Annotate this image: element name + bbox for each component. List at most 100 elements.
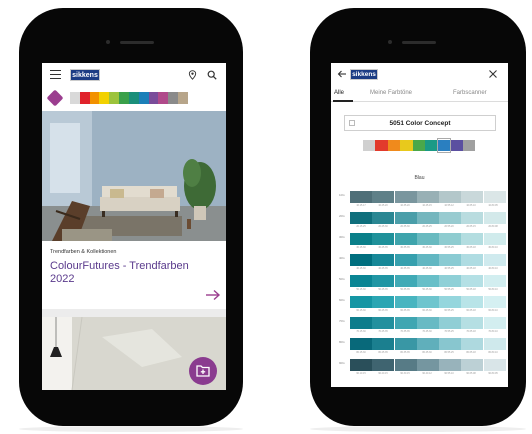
color-chip[interactable] [394,317,417,329]
search-icon[interactable] [207,70,217,80]
color-chip[interactable] [350,233,372,245]
color-chip[interactable] [439,317,462,329]
color-chip[interactable] [372,359,395,371]
sikkens-logo[interactable]: sikkens [350,69,378,80]
tab-farbscanner[interactable]: Farbscanner [453,90,487,96]
close-icon[interactable] [488,69,498,79]
arrow-right-icon[interactable] [204,288,222,302]
color-swatch[interactable] [412,140,426,151]
color-chip[interactable] [372,296,395,308]
color-chip[interactable] [483,233,506,245]
color-chip[interactable] [439,191,462,203]
color-chip[interactable] [350,275,372,287]
color-chip[interactable] [439,212,462,224]
color-chip[interactable] [394,191,417,203]
color-swatch[interactable] [148,92,159,104]
color-chip[interactable] [350,338,372,350]
color-chip[interactable] [350,254,372,266]
color-swatch[interactable] [109,92,120,104]
color-chip[interactable] [416,296,439,308]
color-swatch[interactable] [128,92,139,104]
color-chip[interactable] [394,275,417,287]
color-chip[interactable] [350,296,372,308]
color-chip[interactable] [483,317,506,329]
color-chip[interactable] [439,275,462,287]
color-chip[interactable] [483,359,506,371]
living-room-photo[interactable] [42,111,226,241]
color-chip[interactable] [372,254,395,266]
color-swatch[interactable] [168,92,179,104]
color-chip[interactable] [439,233,462,245]
color-swatch[interactable] [400,140,413,151]
color-chip[interactable] [394,212,417,224]
color-concept-selector[interactable]: 5051 Color Concept [344,115,496,131]
location-pin-icon[interactable] [188,70,197,80]
color-chip[interactable] [372,338,395,350]
color-chip[interactable] [439,338,462,350]
home-screen: sikkens Trendfarben & Kollektionen Colou… [42,63,226,390]
color-chip[interactable] [461,275,484,287]
color-chip[interactable] [350,212,372,224]
color-chip[interactable] [372,275,395,287]
color-chip[interactable] [416,338,439,350]
card-title[interactable]: ColourFutures - Trendfarben 2022 [50,260,190,286]
color-chip[interactable] [416,317,439,329]
color-swatch[interactable] [363,140,376,151]
color-family-strip[interactable] [363,140,475,151]
folder-add-button[interactable] [189,357,217,385]
color-chip[interactable] [416,359,439,371]
color-chip[interactable] [350,359,372,371]
color-swatch[interactable] [138,92,149,104]
color-chip[interactable] [461,233,484,245]
color-chip[interactable] [372,317,395,329]
color-swatch[interactable] [70,92,80,104]
color-chip[interactable] [394,233,417,245]
color-chip[interactable] [416,212,439,224]
back-arrow-icon[interactable] [337,69,347,79]
color-swatch[interactable] [119,92,129,104]
color-chip[interactable] [439,254,462,266]
color-chip[interactable] [461,254,484,266]
color-chip[interactable] [394,359,417,371]
color-chip[interactable] [483,338,506,350]
color-chip[interactable] [416,191,439,203]
color-chip[interactable] [394,254,417,266]
color-chip[interactable] [350,191,372,203]
color-chip[interactable] [416,275,439,287]
color-swatch[interactable] [375,140,388,151]
color-chip[interactable] [439,296,462,308]
color-swatch[interactable] [158,92,169,104]
color-chip[interactable] [350,317,372,329]
sikkens-logo[interactable]: sikkens [70,69,100,81]
color-swatch[interactable] [462,140,475,151]
color-chip[interactable] [483,254,506,266]
color-swatch[interactable] [89,92,100,104]
color-chip[interactable] [483,275,506,287]
color-chip[interactable] [461,338,484,350]
color-chip[interactable] [483,191,506,203]
color-swatch[interactable] [450,140,463,151]
tab-alle[interactable]: Alle [334,90,344,96]
color-chip[interactable] [372,233,395,245]
color-chip[interactable] [461,296,484,308]
color-swatch[interactable] [99,92,110,104]
color-chip[interactable] [416,233,439,245]
color-chip[interactable] [372,191,395,203]
menu-icon[interactable] [50,70,61,79]
color-chip[interactable] [461,191,484,203]
color-chip[interactable] [439,359,462,371]
color-swatch[interactable] [387,140,401,151]
color-swatch[interactable] [425,140,438,151]
color-chip[interactable] [483,296,506,308]
color-chip[interactable] [461,212,484,224]
color-chip[interactable] [461,317,484,329]
color-chip[interactable] [416,254,439,266]
tab-meine-farbtoene[interactable]: Meine Farbtöne [370,90,412,96]
color-chip[interactable] [483,212,506,224]
color-chip[interactable] [461,359,484,371]
color-swatch[interactable] [79,92,90,104]
color-chip[interactable] [372,212,395,224]
color-chip[interactable] [394,338,417,350]
color-swatch[interactable] [178,92,188,104]
color-chip[interactable] [394,296,417,308]
